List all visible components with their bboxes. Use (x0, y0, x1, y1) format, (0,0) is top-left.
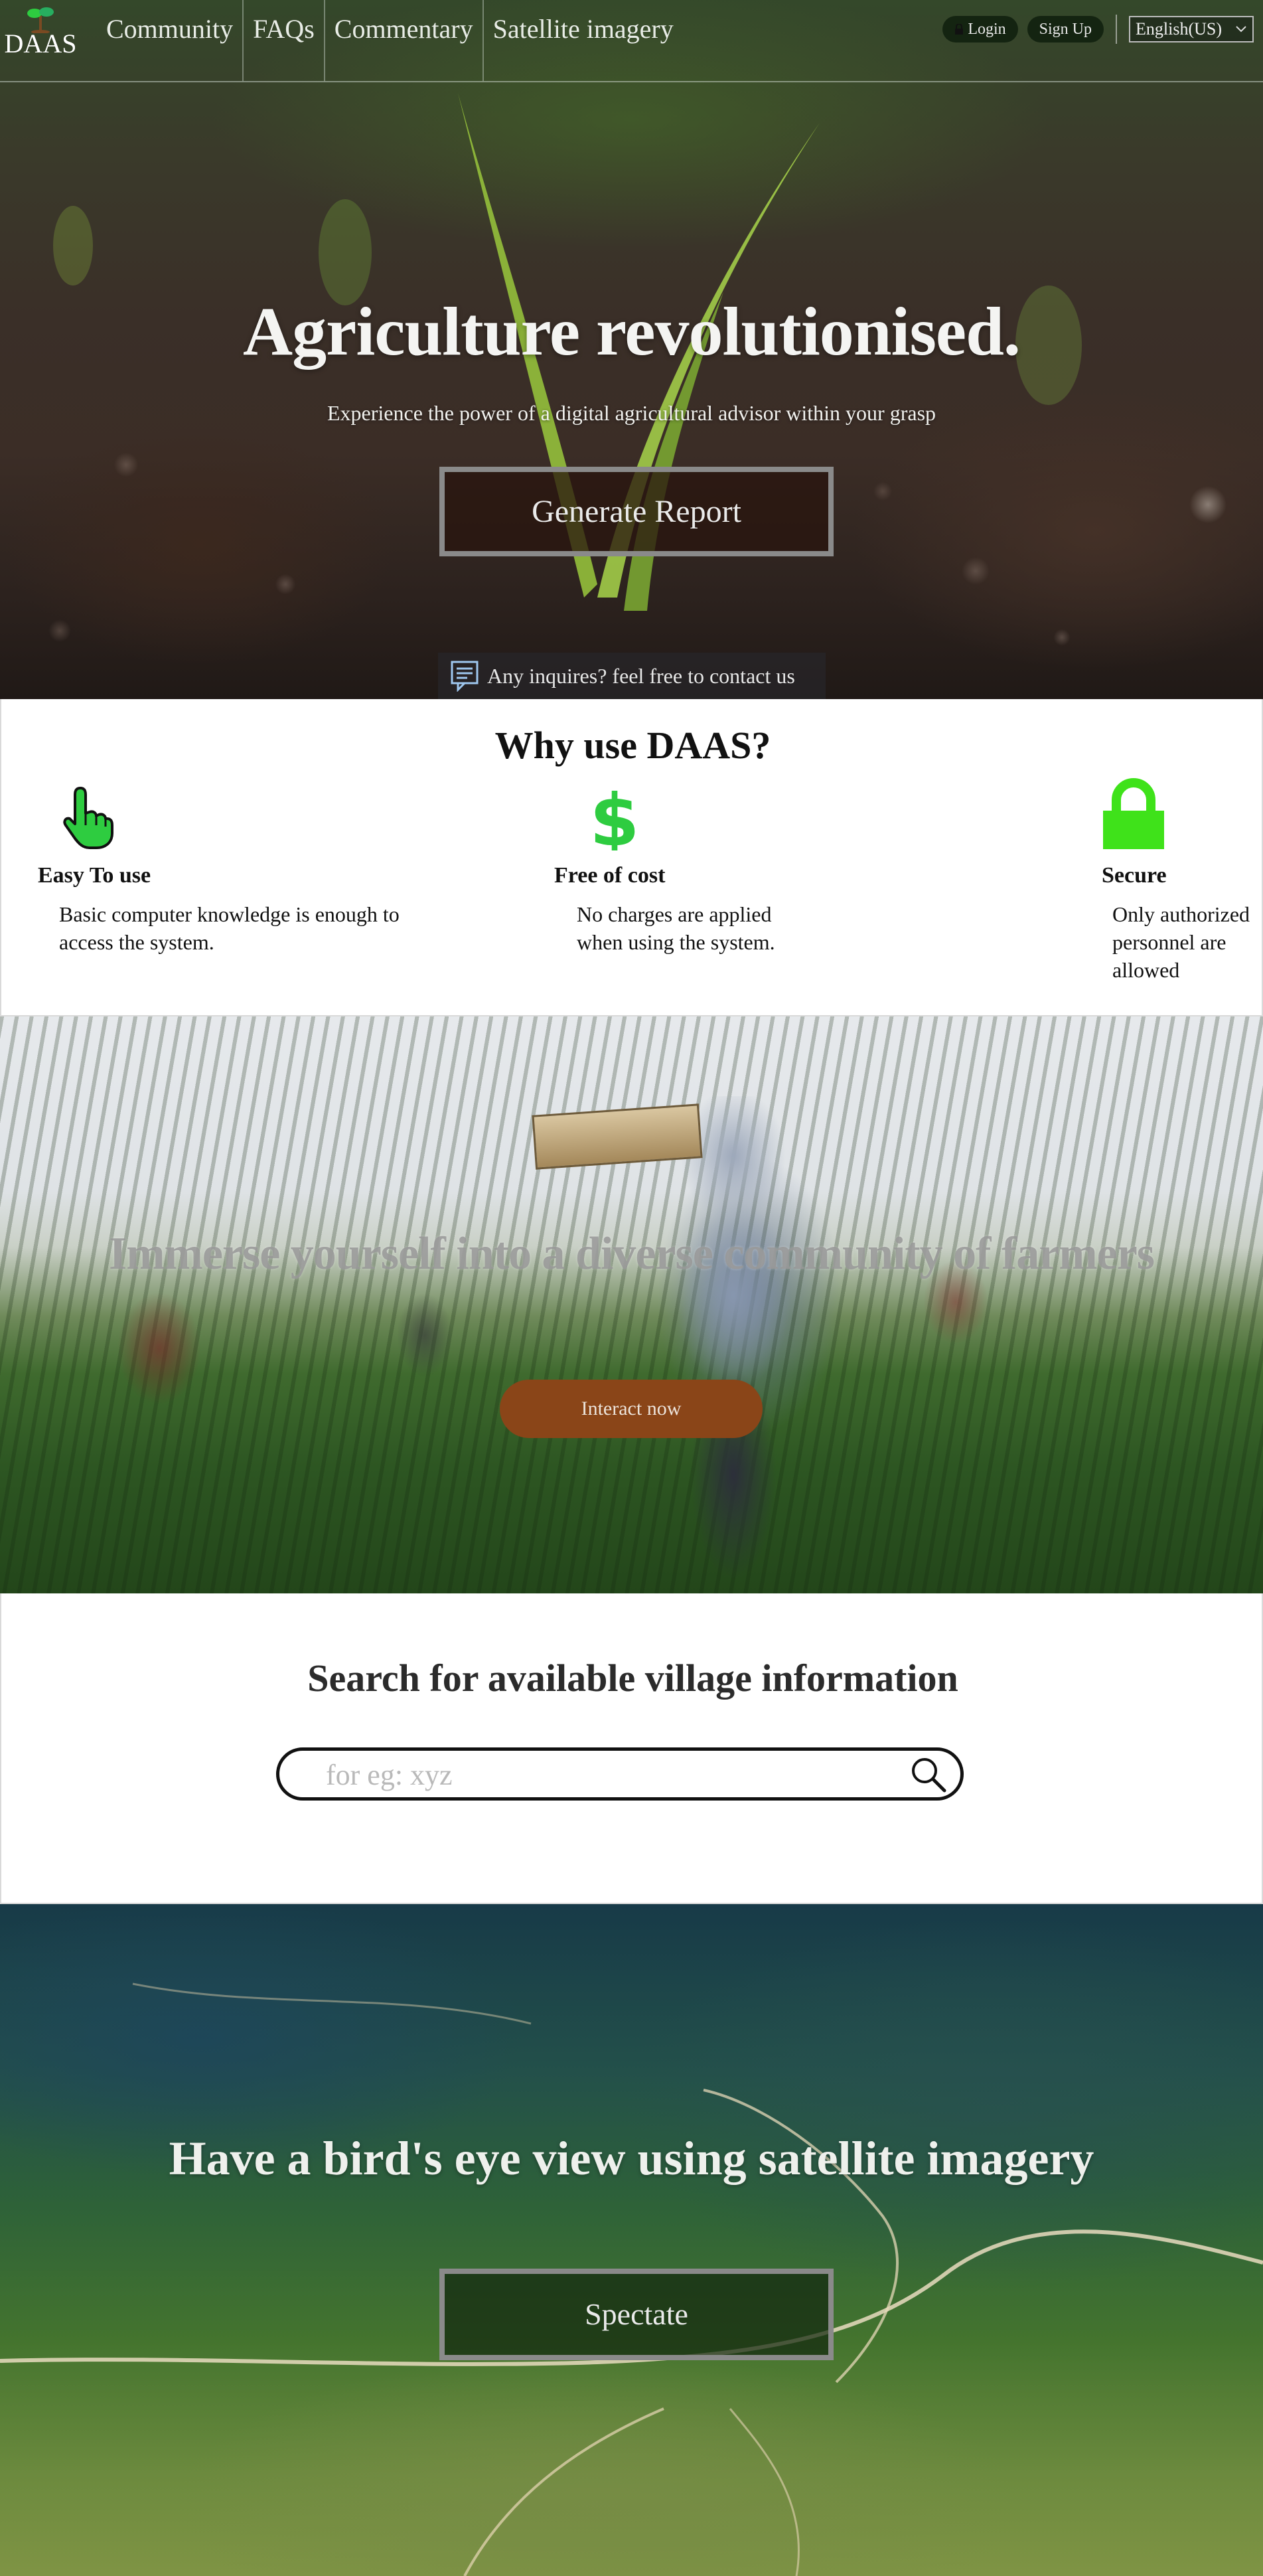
hero-subtitle: Experience the power of a digital agricu… (327, 401, 936, 425)
contact-bar[interactable]: Any inquires? feel free to contact us (438, 653, 826, 699)
feature-desc: Basic computer knowledge is enough to ac… (59, 902, 400, 954)
lock-icon (1103, 778, 1164, 849)
signup-label: Sign Up (1039, 21, 1092, 38)
spectate-button[interactable]: Spectate (439, 2269, 834, 2360)
search-title: Search for available village information (307, 1656, 958, 1700)
nav-link-faqs[interactable]: FAQs (244, 0, 325, 81)
feature-desc: No charges are applied when using the sy… (577, 902, 775, 954)
feature-title: Easy To use (38, 863, 151, 888)
svg-text:$: $ (591, 784, 638, 850)
contact-text: Any inquires? feel free to contact us (487, 663, 795, 688)
brand-logo[interactable]: DAAS (4, 1, 77, 80)
top-nav: DAAS Community FAQs Commentary Satellite… (0, 0, 1263, 82)
feature-desc: Only authorized personnel are allowed (1112, 902, 1250, 982)
nav-divider (1116, 15, 1117, 44)
nav-link-satellite-imagery[interactable]: Satellite imagery (484, 0, 683, 81)
community-section: Immerse yourself into a diverse communit… (0, 1016, 1263, 1593)
crate-image (532, 1103, 703, 1170)
satellite-title: Have a bird's eye view using satellite i… (169, 2132, 1094, 2185)
hero-title: Agriculture revolutionised. (243, 293, 1021, 370)
chevron-down-icon (1236, 26, 1246, 33)
dollar-icon: $ (589, 779, 639, 862)
why-section: Why use DAAS? Easy To use Basic computer… (0, 699, 1263, 1016)
interact-now-button[interactable]: Interact now (500, 1380, 763, 1438)
feature-easy-to-use: Easy To use Basic computer knowledge is … (38, 784, 409, 956)
language-value: English(US) (1136, 19, 1222, 39)
nav-link-community[interactable]: Community (100, 0, 244, 81)
feature-title: Secure (1102, 863, 1167, 888)
village-search-input[interactable] (326, 1756, 870, 1793)
nav-account-area: Login Sign Up English(US) (942, 15, 1254, 44)
farmer-figure (654, 1096, 813, 1593)
hero-section: DAAS Community FAQs Commentary Satellite… (0, 0, 1263, 699)
nav-link-commentary[interactable]: Commentary (325, 0, 484, 81)
login-lock-icon (955, 24, 964, 35)
feature-title: Free of cost (554, 863, 666, 888)
aerial-terrain-image (0, 1982, 1263, 2576)
feature-free-of-cost: $ Free of cost No charges are applied wh… (554, 779, 806, 956)
search-box (276, 1747, 964, 1801)
satellite-section: Have a bird's eye view using satellite i… (0, 1904, 1263, 2576)
nav-links: Community FAQs Commentary Satellite imag… (100, 0, 683, 81)
search-icon[interactable] (909, 1755, 948, 1795)
login-label: Login (968, 21, 1006, 38)
brand-name: DAAS (4, 29, 77, 58)
signup-button[interactable]: Sign Up (1027, 16, 1104, 42)
village-search-section: Search for available village information (0, 1593, 1263, 1904)
generate-report-button[interactable]: Generate Report (439, 467, 834, 556)
pointer-hand-icon (63, 787, 113, 849)
message-icon (451, 661, 479, 692)
login-button[interactable]: Login (942, 16, 1018, 42)
why-title: Why use DAAS? (494, 724, 771, 767)
language-select[interactable]: English(US) (1129, 16, 1254, 42)
feature-secure: Secure Only authorized personnel are all… (1102, 778, 1261, 984)
community-title: Immerse yourself into a diverse communit… (108, 1228, 1155, 1279)
